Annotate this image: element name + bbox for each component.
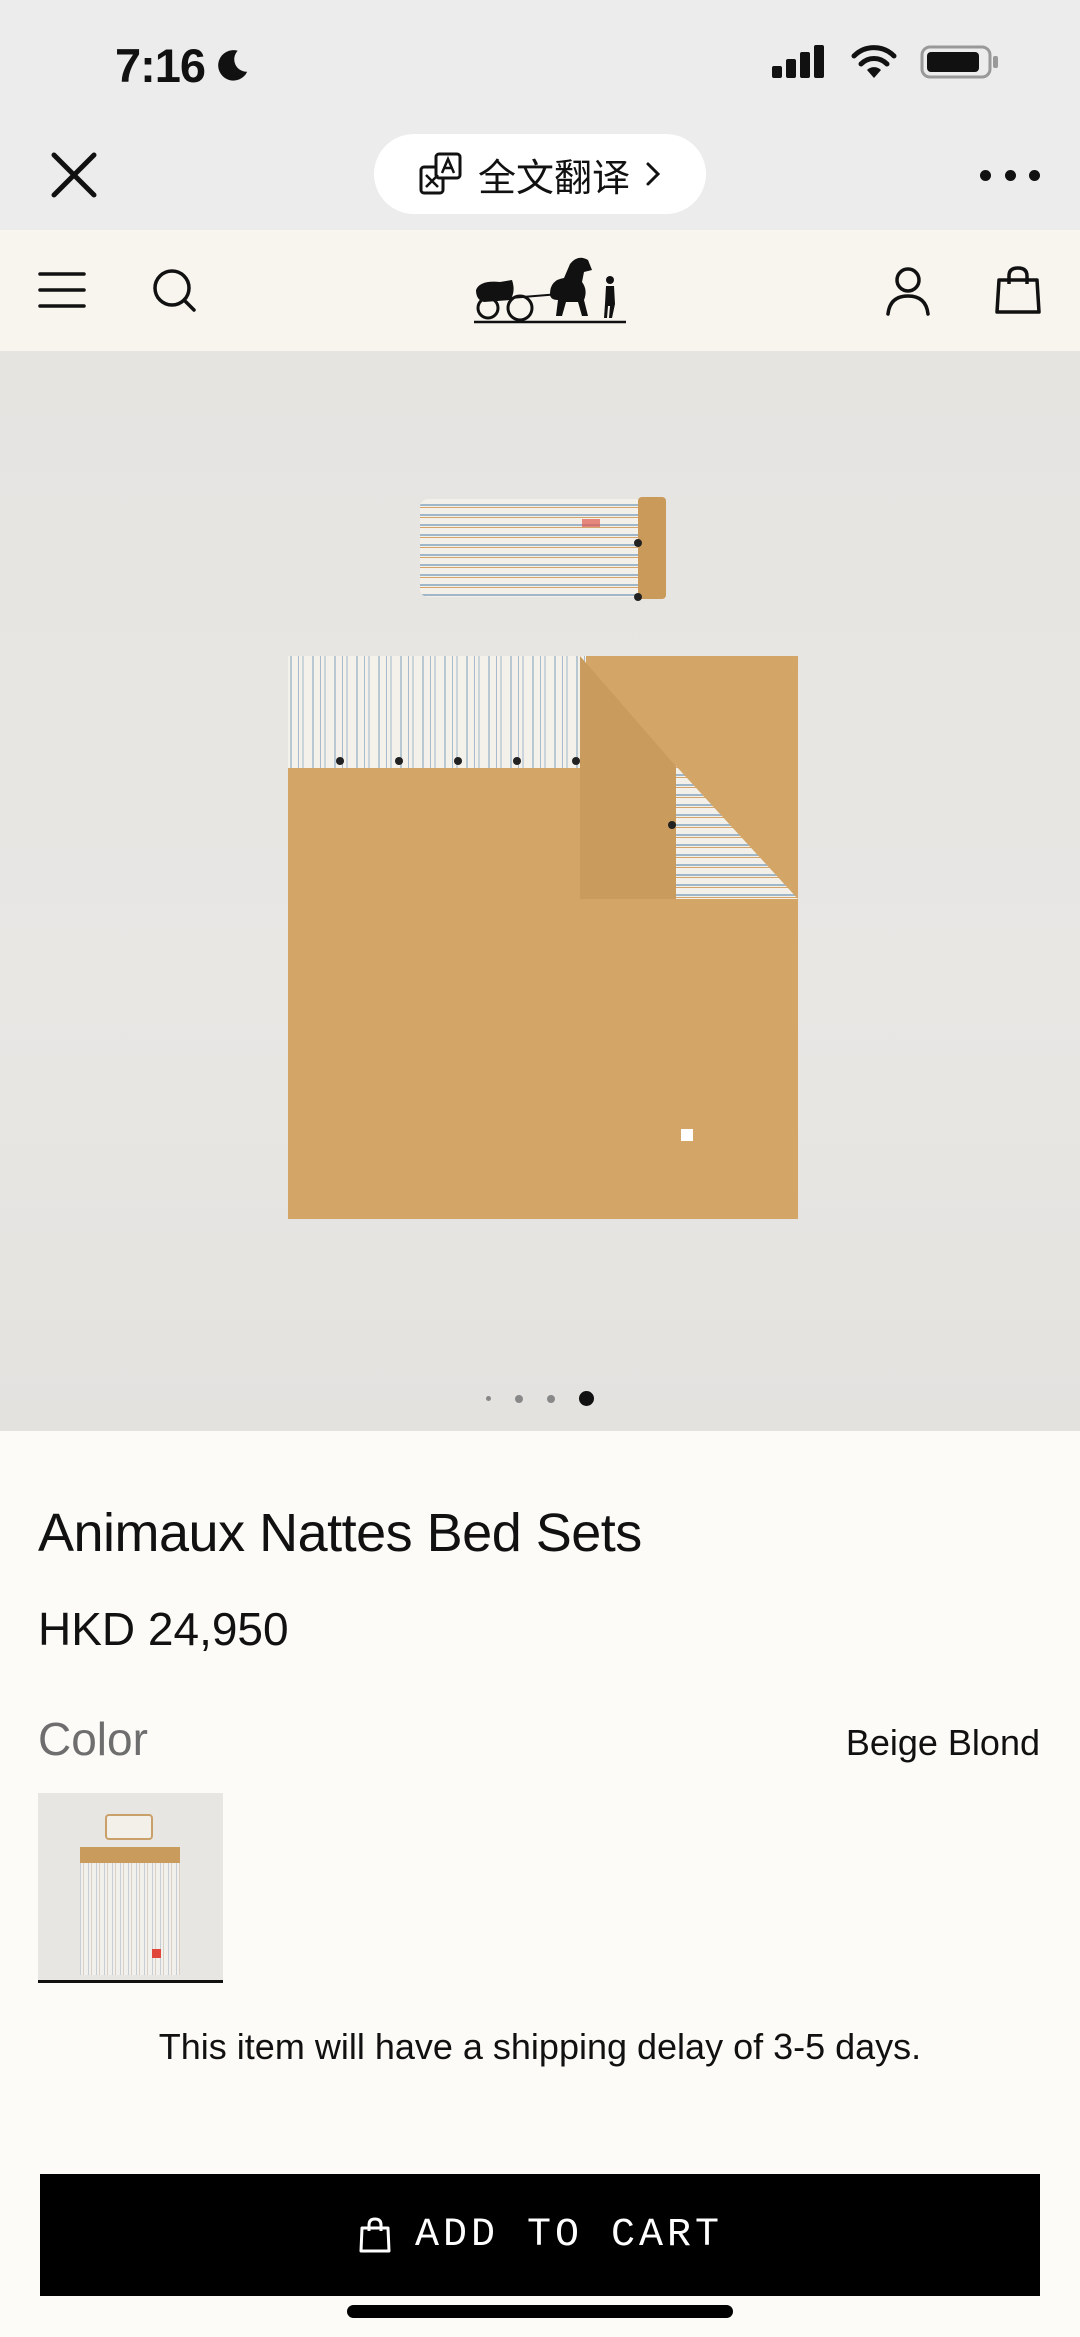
product-title: Animaux Nattes Bed Sets <box>38 1503 642 1563</box>
shipping-delay-note: This item will have a shipping delay of … <box>158 2026 922 2067</box>
gallery-pagination <box>0 1391 1080 1406</box>
pagination-dot-active[interactable] <box>579 1391 594 1406</box>
pagination-dot[interactable] <box>515 1394 523 1403</box>
menu-icon[interactable] <box>34 262 90 318</box>
moon-icon <box>218 49 248 81</box>
add-to-cart-button[interactable]: ADD TO CART <box>40 2174 1040 2296</box>
status-icons <box>772 44 1000 80</box>
product-price: HKD 24,950 <box>38 1603 289 1655</box>
status-bar: 7:16 <box>0 0 1080 125</box>
close-icon[interactable] <box>44 145 104 205</box>
color-label: Color <box>38 1713 148 1765</box>
more-icon[interactable] <box>980 155 1040 195</box>
swatch-thumbnail <box>80 1814 180 1975</box>
color-value: Beige Blond <box>845 1722 1040 1763</box>
search-icon[interactable] <box>146 262 202 318</box>
home-indicator[interactable] <box>347 2305 733 2318</box>
translate-icon <box>419 152 462 195</box>
logo-carriage[interactable] <box>470 250 630 330</box>
site-header <box>0 230 1080 351</box>
color-swatch[interactable] <box>38 1793 223 1983</box>
account-icon[interactable] <box>880 262 936 318</box>
product-image <box>288 497 798 1219</box>
cellular-icon <box>772 45 824 78</box>
translate-label: 全文翻译 <box>477 157 630 200</box>
browser-toolbar: 全文翻译 <box>0 125 1080 230</box>
translate-button[interactable]: 全文翻译 <box>374 134 706 214</box>
add-to-cart-label: ADD TO CART <box>414 2212 724 2258</box>
time-text: 7:16 <box>115 39 206 92</box>
wifi-icon <box>851 45 897 78</box>
chevron-right-icon <box>646 162 661 186</box>
clock: 7:16 <box>115 38 251 93</box>
product-image-gallery[interactable] <box>0 351 1080 1431</box>
bag-icon[interactable] <box>990 262 1046 318</box>
pagination-dot[interactable] <box>486 1396 491 1401</box>
bag-icon <box>359 2217 391 2253</box>
battery-icon <box>920 45 998 79</box>
pagination-dot[interactable] <box>547 1394 555 1403</box>
